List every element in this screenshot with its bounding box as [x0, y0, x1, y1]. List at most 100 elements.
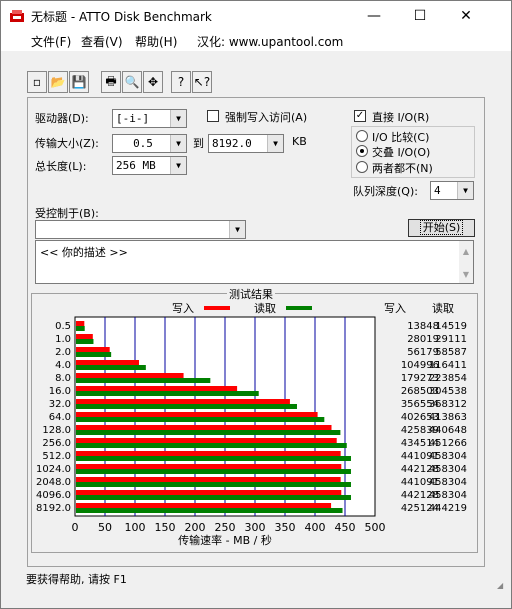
chevron-down-icon: ▼	[170, 157, 186, 174]
save-icon[interactable]: 💾	[69, 71, 89, 93]
x-tick-label: 200	[185, 521, 206, 534]
print-preview-icon[interactable]: 🔍	[122, 71, 142, 93]
queue-depth-select[interactable]: 4 ▼	[430, 181, 474, 200]
transfer-to-select[interactable]: 8192.0 ▼	[208, 134, 284, 153]
x-tick-label: 0	[72, 521, 79, 534]
total-length-label: 总长度(L):	[35, 160, 87, 173]
chevron-down-icon: ▼	[457, 182, 473, 199]
unit-label: KB	[292, 135, 307, 148]
menu-file[interactable]: 文件(F)	[31, 33, 71, 50]
read-bar	[76, 482, 351, 487]
y-category-label: 32.0	[49, 399, 71, 410]
write-bar	[76, 477, 341, 482]
y-category-label: 1.0	[55, 334, 71, 345]
y-category-label: 2.0	[55, 347, 71, 358]
print-icon[interactable]: 🖶	[101, 71, 121, 93]
x-tick-label: 350	[275, 521, 296, 534]
description-text: << 你的描述 >>	[40, 246, 128, 259]
description-textarea[interactable]: << 你的描述 >> ▲ ▼	[35, 240, 474, 284]
write-legend-swatch	[204, 306, 230, 310]
read-legend-swatch	[286, 306, 312, 310]
write-bar	[76, 347, 110, 352]
direct-io-checkbox[interactable]: ✓	[354, 110, 366, 122]
queue-depth-value: 4	[434, 184, 441, 197]
new-icon[interactable]: ▫	[27, 71, 47, 93]
x-tick-label: 450	[335, 521, 356, 534]
x-tick-label: 100	[125, 521, 146, 534]
x-axis-title: 传输速率 - MB / 秒	[178, 533, 272, 547]
chevron-down-icon: ▼	[267, 135, 283, 152]
drive-select[interactable]: [-i-] ▼	[112, 109, 187, 128]
transfer-size-label: 传输大小(Z):	[35, 137, 99, 150]
write-bar	[76, 425, 332, 430]
read-bar	[76, 391, 259, 396]
menu-view[interactable]: 查看(V)	[81, 33, 123, 50]
read-value: 458304	[429, 477, 467, 488]
window-title: 无标题 - ATTO Disk Benchmark	[31, 10, 212, 24]
write-bar	[76, 399, 290, 404]
help-icon[interactable]: ?	[171, 71, 191, 93]
y-category-label: 2048.0	[36, 477, 71, 488]
write-bar	[76, 373, 184, 378]
write-bar	[76, 321, 85, 326]
close-button[interactable]: ✕	[443, 1, 489, 31]
x-tick-label: 50	[98, 521, 112, 534]
write-bar	[76, 360, 139, 365]
start-button[interactable]: 开始(S)	[408, 219, 475, 237]
y-category-label: 8192.0	[36, 503, 71, 514]
menu-bar: 文件(F) 查看(V) 帮助(H) 汉化: www.upantool.com	[1, 31, 511, 51]
neither-radio[interactable]	[356, 161, 368, 173]
read-value: 451266	[429, 438, 467, 449]
minimize-button[interactable]: —	[351, 1, 397, 31]
total-length-select[interactable]: 256 MB ▼	[112, 156, 187, 175]
chevron-down-icon: ▼	[170, 135, 186, 152]
read-bar	[76, 508, 343, 513]
total-length-value: 256 MB	[116, 159, 156, 172]
move-icon[interactable]: ✥	[143, 71, 163, 93]
menu-localized-link[interactable]: 汉化: www.upantool.com	[197, 33, 343, 50]
read-bar	[76, 378, 211, 383]
force-write-checkbox[interactable]	[207, 110, 219, 122]
read-value: 223854	[429, 373, 467, 384]
x-tick-label: 250	[215, 521, 236, 534]
read-value: 29111	[435, 334, 467, 345]
read-bar	[76, 417, 325, 422]
read-bar	[76, 495, 351, 500]
write-bar	[76, 334, 93, 339]
context-help-icon[interactable]: ↖?	[192, 71, 212, 93]
read-value: 458304	[429, 451, 467, 462]
read-bar	[76, 365, 146, 370]
transfer-from-select[interactable]: 0.5 ▼	[112, 134, 187, 153]
chevron-down-icon: ▼	[229, 221, 245, 238]
write-bar	[76, 438, 337, 443]
read-value: 14519	[435, 321, 467, 332]
read-value: 440648	[429, 425, 467, 436]
y-category-label: 64.0	[49, 412, 71, 423]
y-category-label: 128.0	[42, 425, 71, 436]
controlled-by-select[interactable]: ▼	[35, 220, 246, 239]
resize-grip-icon[interactable]: ◢	[497, 577, 507, 590]
maximize-button[interactable]: ☐	[397, 1, 443, 31]
y-category-label: 512.0	[42, 451, 71, 462]
transfer-from-value: 0.5	[133, 137, 153, 150]
y-category-label: 0.5	[55, 321, 71, 332]
title-bar: 无标题 - ATTO Disk Benchmark — ☐ ✕	[1, 1, 511, 31]
read-value: 444219	[429, 503, 467, 514]
io-compare-radio[interactable]	[356, 130, 368, 142]
description-scrollbar[interactable]: ▲ ▼	[459, 241, 473, 283]
write-bar	[76, 412, 318, 417]
queue-depth-label: 队列深度(Q):	[353, 185, 418, 198]
x-tick-label: 400	[305, 521, 326, 534]
drive-label: 驱动器(D):	[35, 112, 89, 125]
open-icon[interactable]: 📂	[48, 71, 68, 93]
read-value: 368312	[429, 399, 467, 410]
direct-io-label: 直接 I/O(R)	[372, 111, 430, 124]
scroll-up-icon[interactable]: ▲	[459, 247, 473, 256]
menu-help[interactable]: 帮助(H)	[135, 33, 177, 50]
io-compare-label: I/O 比较(C)	[372, 131, 430, 144]
overlap-io-radio[interactable]	[356, 145, 368, 157]
read-bar	[76, 352, 112, 357]
scroll-down-icon[interactable]: ▼	[459, 270, 473, 279]
status-text: 要获得帮助, 请按 F1	[26, 573, 127, 586]
status-bar: 要获得帮助, 请按 F1 ◢	[1, 571, 511, 591]
